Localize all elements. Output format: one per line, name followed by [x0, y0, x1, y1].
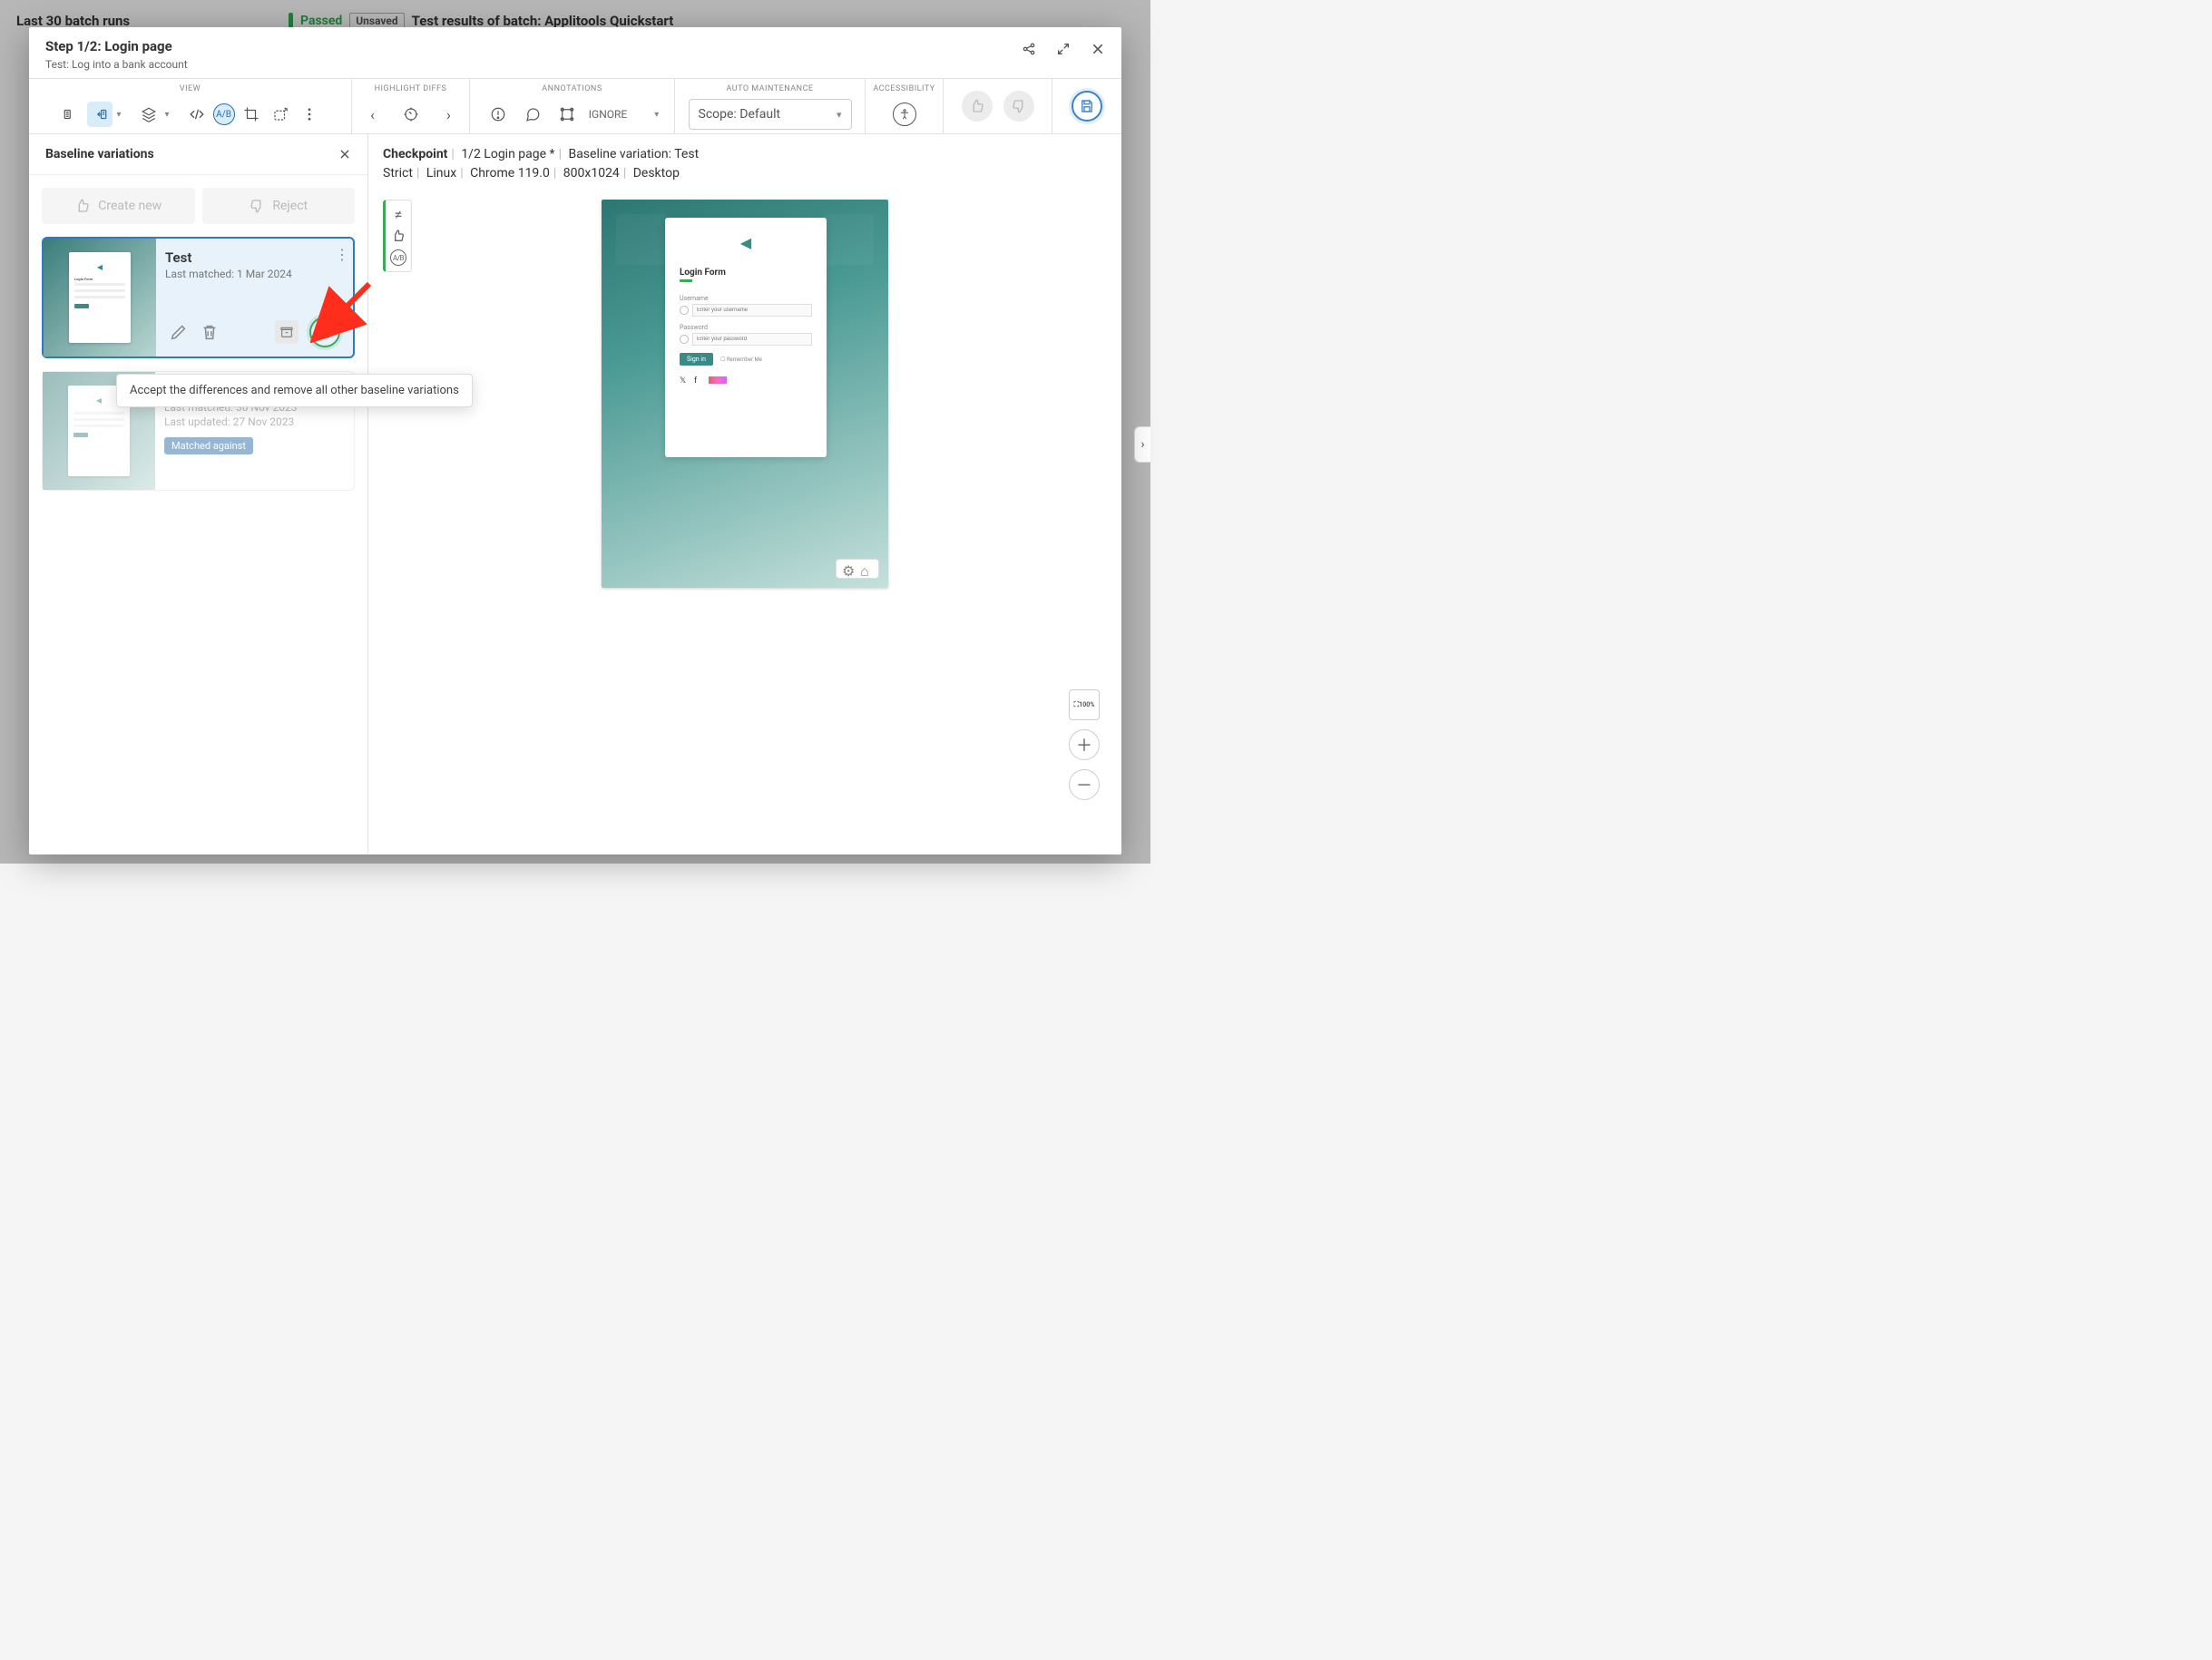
refresh-region-icon[interactable] [268, 102, 293, 127]
layers-icon[interactable] [136, 102, 161, 127]
annotations-label: ANNOTATIONS [542, 79, 602, 95]
variation-kebab-icon[interactable]: ⋮ [335, 246, 349, 263]
username-field [692, 304, 812, 317]
baseline-variations-sidebar: Baseline variations Create new Reject [29, 134, 368, 854]
matched-against-badge: Matched against [164, 437, 253, 454]
modal-subtitle: Test: Log into a bank account [45, 58, 188, 71]
comment-icon[interactable] [520, 102, 545, 127]
user-icon [680, 306, 689, 315]
signin-button: Sign in [680, 353, 713, 366]
zoom-in[interactable]: ＋ [1069, 729, 1100, 760]
app-logo-icon: ◀ [680, 234, 812, 251]
view-mode-side-by-side[interactable] [58, 102, 83, 127]
preview-area: Checkpoint| 1/2 Login page *| Baseline v… [368, 134, 1121, 854]
remember-label: Remember Me [727, 356, 762, 363]
gear-icon[interactable]: ⚙ [842, 562, 855, 575]
variation-last-updated: Last updated: 27 Nov 2023 [164, 415, 345, 428]
accept-variation-button[interactable] [309, 317, 340, 347]
username-label: Username [680, 295, 812, 302]
facebook-icon: f [694, 376, 703, 384]
toolbar: VIEW ▾ ▾ A/B HIGHLIGHT DIFFS ‹ › [29, 78, 1121, 134]
lock-icon [680, 335, 689, 344]
automaint-label: AUTO MAINTENANCE [726, 79, 813, 95]
expand-icon[interactable] [1056, 42, 1071, 56]
share-icon[interactable] [1022, 42, 1036, 56]
password-field [692, 333, 812, 346]
variation-last-matched: Last matched: 1 Mar 2024 [165, 268, 344, 280]
close-icon[interactable] [1091, 42, 1105, 56]
login-form-title: Login Form [680, 268, 812, 278]
thumbsup-disabled [962, 91, 993, 122]
sidebar-title: Baseline variations [45, 147, 154, 161]
scope-dropdown[interactable]: Scope: Default ▾ [689, 99, 852, 130]
zoom-reset[interactable]: ⛶100% [1069, 689, 1100, 720]
checkpoint-strip: ≠ A/B [383, 200, 412, 272]
region-icon[interactable] [554, 102, 580, 127]
accessibility-icon[interactable] [893, 103, 916, 126]
a11y-label: ACCESSIBILITY [873, 79, 935, 95]
prev-diff[interactable]: ‹ [360, 102, 386, 127]
trash-icon[interactable] [200, 322, 220, 342]
social-gradient-icon [709, 376, 727, 384]
reject-button: Reject [202, 188, 356, 224]
diff-label: HIGHLIGHT DIFFS [375, 79, 447, 95]
create-new-button: Create new [42, 188, 195, 224]
thumbsup-icon[interactable] [390, 228, 406, 244]
edit-icon[interactable] [169, 322, 189, 342]
issue-icon[interactable] [485, 102, 511, 127]
twitter-icon: 𝕏 [680, 376, 689, 384]
ab-mini-icon[interactable]: A/B [390, 249, 406, 266]
home-icon[interactable]: ⌂ [860, 562, 873, 575]
code-icon[interactable] [184, 102, 210, 127]
variation-name: Test [165, 249, 344, 266]
view-label: VIEW [180, 79, 201, 95]
expand-side-panel[interactable]: › [1134, 426, 1150, 463]
variation-card-test[interactable]: ◀ Login Form ⋮ Test Last matched: 1 Mar … [42, 237, 355, 358]
thumbsdown-disabled [1003, 91, 1034, 122]
accept-tooltip: Accept the differences and remove all ot… [116, 374, 473, 407]
archive-icon[interactable] [275, 320, 299, 344]
ignore-label[interactable]: IGNORE [589, 108, 627, 121]
view-mode-overlay[interactable] [87, 102, 113, 127]
kebab-icon[interactable] [297, 102, 322, 127]
not-equal-icon[interactable]: ≠ [390, 206, 406, 222]
variation-thumbnail: ◀ Login Form [44, 239, 156, 356]
target-diff-icon[interactable] [398, 102, 424, 127]
crop-icon[interactable] [239, 102, 264, 127]
ab-toggle[interactable]: A/B [213, 103, 235, 125]
step-editor-modal: Step 1/2: Login page Test: Log into a ba… [29, 27, 1121, 854]
checkpoint-screenshot: ◀ Login Form Username Password Sign in ☐… [602, 200, 888, 588]
save-button[interactable] [1072, 91, 1102, 122]
password-label: Password [680, 324, 812, 331]
next-diff[interactable]: › [436, 102, 462, 127]
close-sidebar-icon[interactable] [338, 148, 351, 161]
breadcrumb: Checkpoint| 1/2 Login page *| Baseline v… [383, 145, 1107, 183]
zoom-out[interactable]: － [1069, 769, 1100, 800]
modal-title: Step 1/2: Login page [45, 38, 188, 54]
